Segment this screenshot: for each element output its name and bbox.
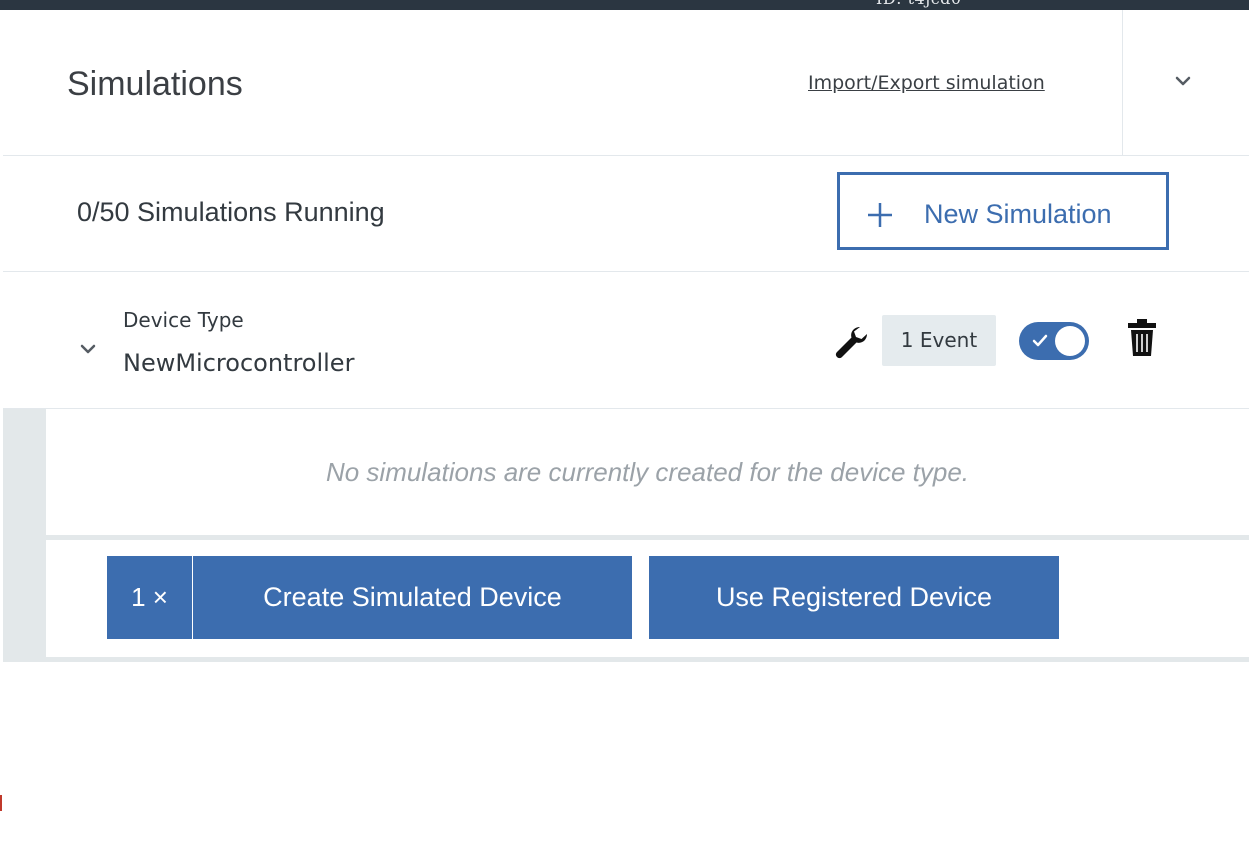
empty-simulations-area: No simulations are currently created for… bbox=[3, 409, 1249, 660]
new-simulation-label: New Simulation bbox=[924, 199, 1112, 229]
trash-icon[interactable] bbox=[1127, 318, 1157, 358]
new-simulation-button[interactable]: New Simulation bbox=[837, 172, 1169, 250]
import-export-link[interactable]: Import/Export simulation bbox=[808, 72, 1045, 94]
check-icon bbox=[1032, 334, 1048, 347]
chevron-down-icon bbox=[80, 344, 96, 354]
nested-indent-bar bbox=[3, 409, 46, 660]
status-row: 0/50 Simulations Running New Simulation bbox=[3, 156, 1249, 272]
device-type-toggle[interactable] bbox=[1019, 322, 1089, 360]
wrench-icon[interactable] bbox=[833, 324, 869, 360]
header-divider bbox=[1122, 10, 1123, 155]
device-type-row: Device Type NewMicrocontroller 1 Event bbox=[3, 272, 1249, 409]
collapse-panel-button[interactable] bbox=[1170, 68, 1196, 94]
simulations-panel: Simulations Import/Export simulation 0/5… bbox=[3, 10, 1249, 855]
page-title: Simulations bbox=[67, 65, 243, 103]
device-type-label: Device Type bbox=[123, 308, 244, 332]
create-simulated-device-button[interactable]: Create Simulated Device bbox=[193, 556, 632, 639]
action-area-bottom-border bbox=[3, 657, 1249, 662]
empty-message: No simulations are currently created for… bbox=[325, 457, 970, 487]
plus-icon bbox=[868, 203, 892, 227]
expand-device-type-button[interactable] bbox=[77, 338, 99, 360]
toggle-knob bbox=[1055, 326, 1085, 356]
action-divider bbox=[46, 535, 1249, 540]
org-id-text: ID: t4jcd0 bbox=[876, 0, 962, 8]
top-bar: ID: t4jcd0 bbox=[0, 0, 1249, 10]
panel-header: Simulations Import/Export simulation bbox=[3, 10, 1249, 156]
device-type-value: NewMicrocontroller bbox=[123, 349, 355, 377]
device-count-button[interactable]: 1 × bbox=[107, 556, 193, 639]
use-registered-device-button[interactable]: Use Registered Device bbox=[649, 556, 1059, 639]
chevron-down-icon bbox=[1175, 76, 1191, 86]
left-edge-marker bbox=[0, 795, 2, 811]
simulations-running-count: 0/50 Simulations Running bbox=[77, 197, 385, 227]
event-count-badge[interactable]: 1 Event bbox=[882, 315, 996, 366]
